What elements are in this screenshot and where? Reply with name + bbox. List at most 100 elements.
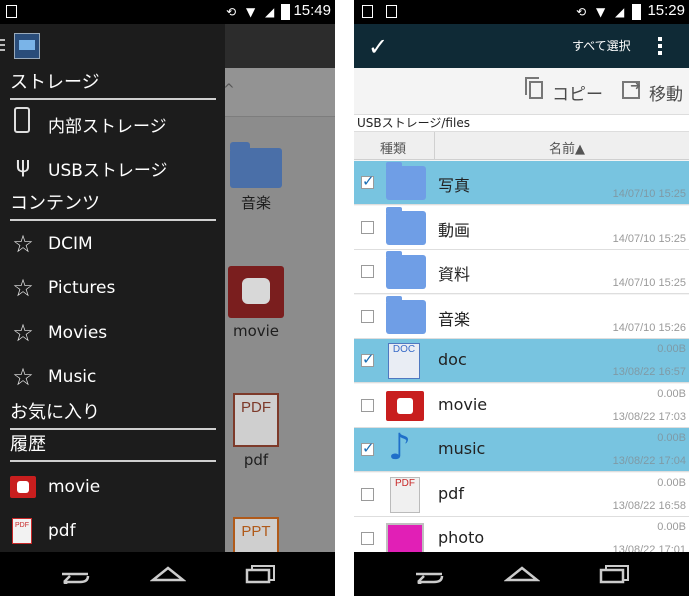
file-name: 音楽	[438, 310, 471, 329]
file-date: 13/08/22 16:57	[612, 366, 686, 378]
file-name: movie	[438, 395, 488, 414]
left-screen: ⟲ ▼ ◢ 15:49 ^ 音楽 movie PDF pdf PPT ストレージ…	[0, 0, 335, 596]
download-notification-icon	[386, 5, 397, 18]
grid-item-music[interactable]: 音楽	[226, 142, 286, 213]
row-checkbox[interactable]	[361, 488, 374, 501]
home-icon[interactable]	[504, 562, 540, 584]
copy-button[interactable]: コピー	[552, 80, 603, 105]
drawer-item-history-pdf[interactable]: PDF pdf	[0, 510, 225, 554]
column-divider	[434, 132, 435, 160]
file-row[interactable]: 資料 14/07/10 15:25	[354, 250, 689, 294]
drawer-item-label: movie	[48, 477, 101, 497]
file-date: 14/07/10 15:26	[612, 322, 686, 334]
drawer-header	[0, 24, 225, 68]
rotate-icon: ⟲	[576, 5, 587, 19]
grid-item-label: 音楽	[240, 194, 271, 212]
grid-item-movie[interactable]: movie	[226, 266, 286, 340]
file-row[interactable]: movie 0.00B 13/08/22 17:03	[354, 384, 689, 428]
row-checkbox[interactable]	[361, 265, 374, 278]
drawer-item-history-movie[interactable]: movie	[0, 466, 225, 510]
file-size: 0.00B	[657, 477, 686, 489]
status-time: 15:29	[647, 2, 685, 19]
pdf-icon: PDF	[12, 518, 32, 544]
signal-icon: ◢	[265, 5, 275, 19]
phone-icon	[14, 107, 30, 133]
row-checkbox[interactable]	[361, 350, 375, 368]
drawer-item-movies[interactable]: ☆ Movies	[0, 312, 225, 356]
film-icon	[228, 266, 284, 318]
row-checkbox[interactable]	[361, 439, 375, 457]
home-icon[interactable]	[150, 562, 186, 584]
selection-toolbar: ✓ すべて選択	[354, 24, 689, 68]
drawer-item-label: Movies	[48, 323, 108, 343]
column-name-sort[interactable]: 名前▲	[549, 138, 585, 157]
file-row[interactable]: PDF pdf 0.00B 13/08/22 16:58	[354, 473, 689, 517]
drawer-item-internal-storage[interactable]: 内部ストレージ	[0, 101, 225, 145]
music-note-icon: ♪	[388, 427, 411, 468]
doc-icon: DOC	[388, 343, 420, 379]
row-checkbox[interactable]	[361, 532, 374, 545]
signal-icon: ◢	[615, 5, 625, 19]
back-icon[interactable]	[412, 562, 446, 584]
drawer-item-usb-storage[interactable]: ψ USBストレージ	[0, 145, 225, 189]
wifi-icon: ▼	[246, 5, 256, 19]
overflow-menu-icon[interactable]	[658, 37, 662, 58]
row-checkbox[interactable]	[361, 399, 374, 412]
file-date: 13/08/22 16:58	[612, 500, 686, 512]
menu-icon[interactable]	[0, 39, 5, 52]
column-type[interactable]: 種類	[380, 138, 406, 157]
file-row[interactable]: ♪ music 0.00B 13/08/22 17:04	[354, 428, 689, 472]
file-row[interactable]: 音楽 14/07/10 15:26	[354, 295, 689, 339]
download-notification-icon	[6, 5, 17, 18]
battery-icon	[632, 4, 641, 20]
drawer-item-label: pdf	[48, 521, 76, 541]
folder-icon	[386, 251, 426, 289]
usb-icon: ψ	[15, 153, 31, 178]
star-icon: ☆	[12, 230, 34, 258]
file-row[interactable]: 動画 14/07/10 15:25	[354, 206, 689, 250]
row-checkbox[interactable]	[361, 172, 375, 190]
section-contents: コンテンツ	[10, 191, 216, 221]
file-size: 0.00B	[657, 521, 686, 533]
file-name: 写真	[438, 176, 471, 195]
file-name: photo	[438, 528, 485, 547]
file-row[interactable]: 写真 14/07/10 15:25	[354, 161, 689, 205]
recent-apps-icon[interactable]	[244, 562, 278, 584]
wifi-icon: ▼	[596, 5, 606, 19]
file-date: 13/08/22 17:03	[612, 411, 686, 423]
section-storage: ストレージ	[10, 70, 216, 100]
row-checkbox[interactable]	[361, 310, 374, 323]
file-row[interactable]: DOC doc 0.00B 13/08/22 16:57	[354, 339, 689, 383]
navigation-drawer: ストレージ 内部ストレージ ψ USBストレージ コンテンツ ☆ DCIM ☆ …	[0, 24, 225, 552]
pdf-icon: PDF	[233, 393, 279, 447]
section-favorites: お気に入り	[10, 400, 216, 430]
pdf-icon: PDF	[390, 477, 420, 513]
move-icon[interactable]	[622, 79, 641, 99]
row-checkbox[interactable]	[361, 221, 374, 234]
breadcrumb[interactable]: USBストレージ/files	[354, 114, 689, 132]
done-check-icon[interactable]: ✓	[368, 33, 388, 61]
file-name: 動画	[438, 221, 471, 240]
right-screen: ⟲ ▼ ◢ 15:29 ✓ すべて選択 コピー 移動 USBストレージ/file…	[354, 0, 689, 596]
recent-apps-icon[interactable]	[598, 562, 632, 584]
file-date: 13/08/22 17:04	[612, 455, 686, 467]
copy-icon[interactable]	[525, 77, 543, 99]
grid-item-pdf[interactable]: PDF pdf	[226, 393, 286, 469]
drawer-item-label: USBストレージ	[48, 161, 168, 181]
drawer-item-pictures[interactable]: ☆ Pictures	[0, 267, 225, 311]
breadcrumb-background: ^	[223, 68, 335, 117]
back-icon[interactable]	[58, 562, 92, 584]
drawer-item-dcim[interactable]: ☆ DCIM	[0, 223, 225, 267]
grid-item-label: movie	[232, 322, 280, 340]
app-logo-icon[interactable]	[14, 33, 40, 59]
file-name: 資料	[438, 265, 471, 284]
drawer-item-music[interactable]: ☆ Music	[0, 356, 225, 400]
drawer-item-label: DCIM	[48, 234, 93, 254]
action-bar: コピー 移動	[354, 68, 689, 114]
file-size: 0.00B	[657, 432, 686, 444]
move-button[interactable]: 移動	[649, 80, 683, 105]
file-size: 0.00B	[657, 343, 686, 355]
select-all-button[interactable]: すべて選択	[572, 37, 631, 54]
folder-icon	[386, 296, 426, 334]
film-icon	[386, 391, 424, 421]
